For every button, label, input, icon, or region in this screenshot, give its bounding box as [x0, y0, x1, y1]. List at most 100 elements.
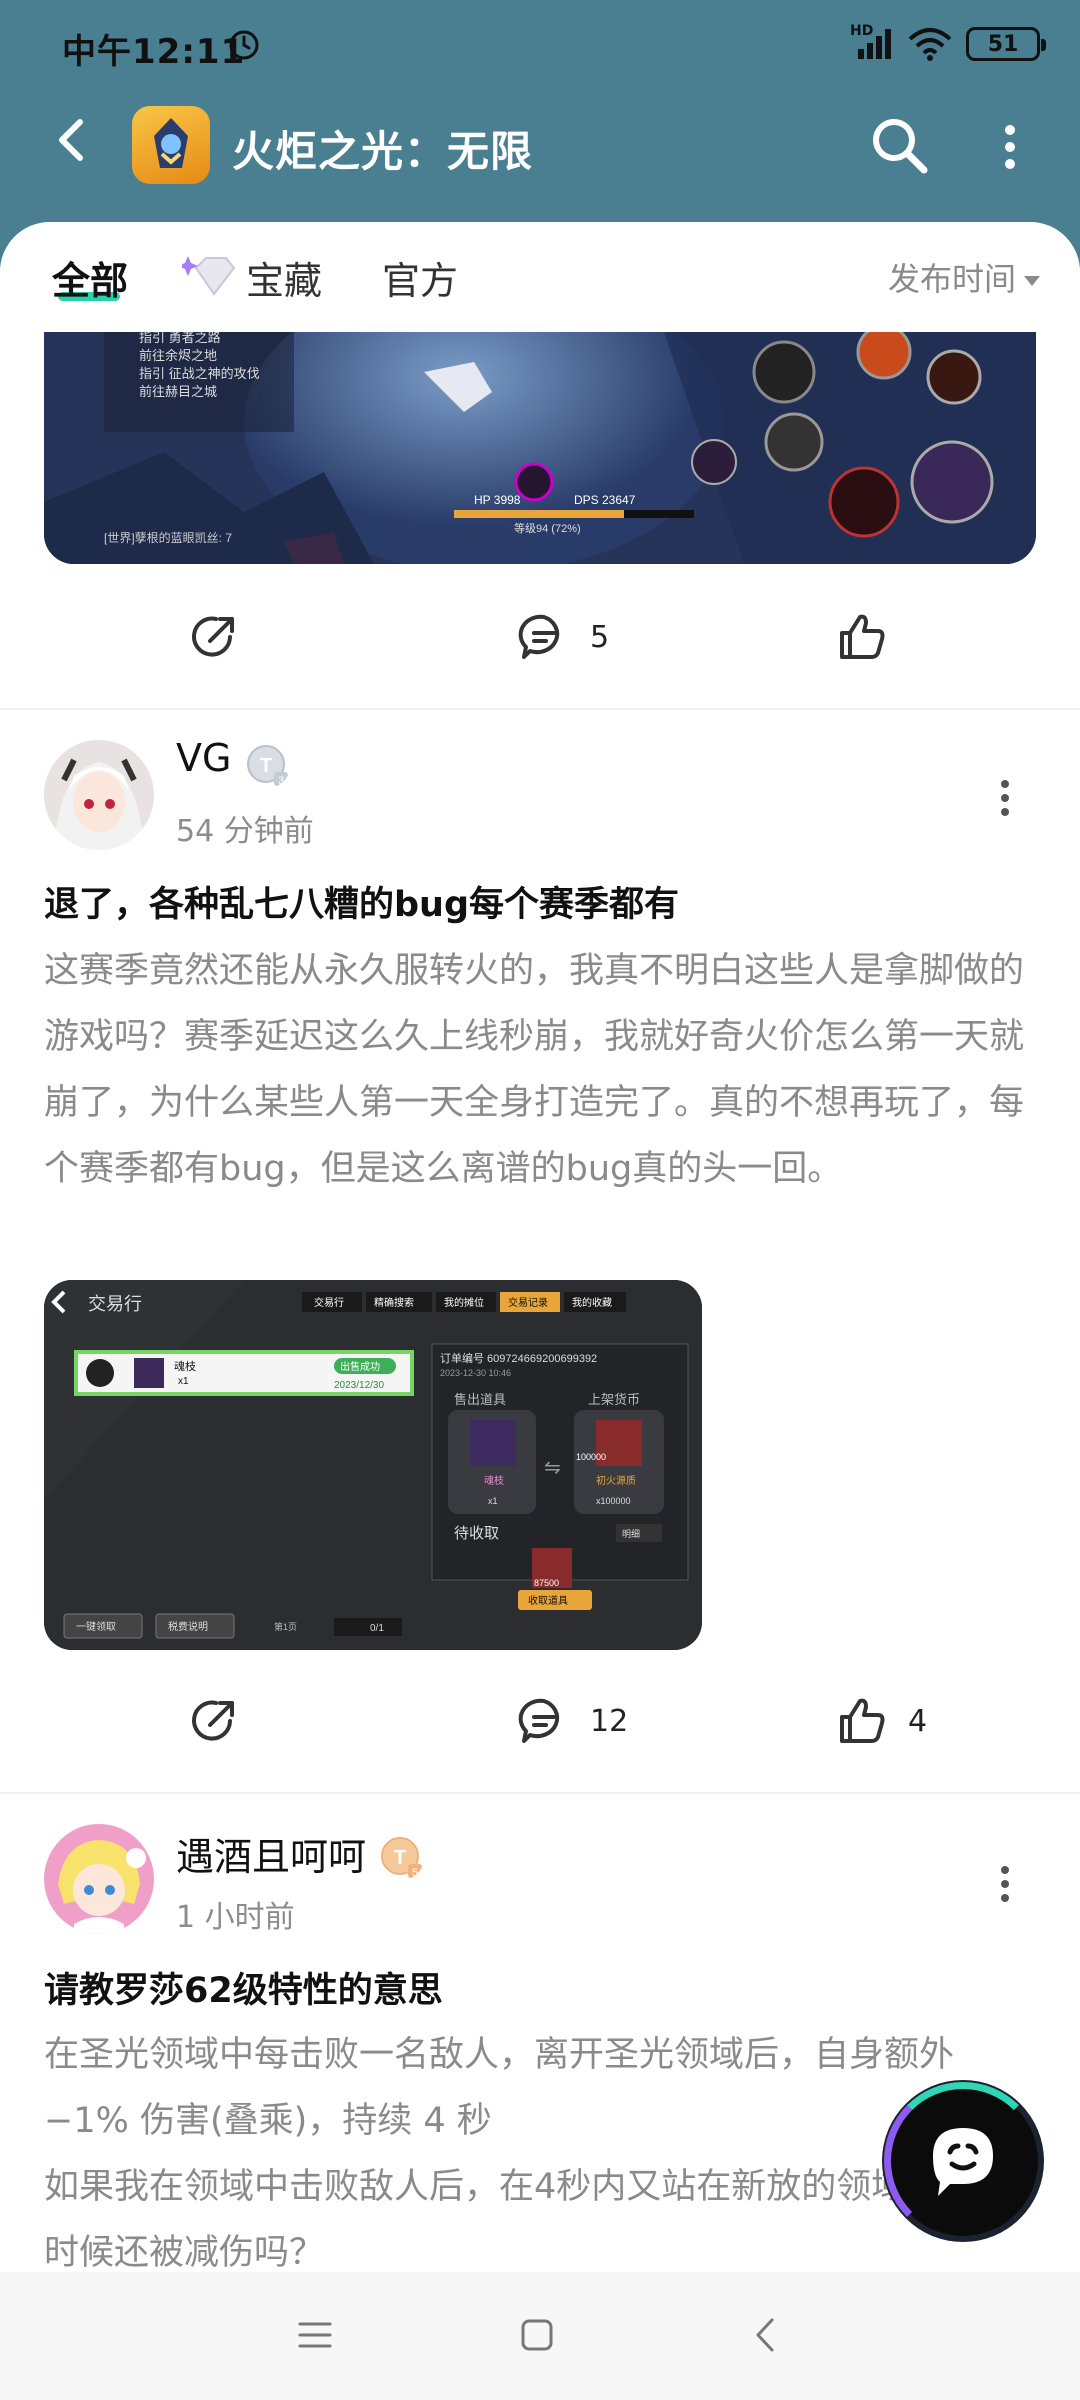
battery-indicator: 51 — [966, 27, 1046, 61]
home-icon[interactable] — [512, 2310, 562, 2360]
sale-status: 出售成功 — [340, 1360, 380, 1373]
menu-icon[interactable] — [290, 2310, 340, 2360]
post-more-icon[interactable] — [990, 1862, 1020, 1906]
screen-tab: 我的摊位 — [444, 1296, 484, 1309]
sold-label: 售出道具 — [454, 1392, 506, 1407]
level-badge-icon: T 5 — [381, 1837, 422, 1879]
post-body[interactable]: 这赛季竟然还能从永久服转火的，我真不明白这些人是拿脚做的游戏吗？赛季延迟这么久上… — [44, 938, 1044, 1202]
status-bar: 中午12:11 HD 51 — [0, 0, 1080, 90]
more-options-icon[interactable] — [990, 122, 1030, 172]
screen-tab: 精确搜索 — [374, 1296, 414, 1309]
order-number: 订单编号 609724669200699392 — [440, 1351, 597, 1365]
tab-all[interactable]: 全部 — [52, 250, 128, 305]
quest-text-4: 前往赫目之城 — [139, 384, 217, 399]
post-image[interactable]: 指引 勇者之路 前往余烬之地 指引 征战之神的攻伐 前往赫目之城 HP 3998… — [44, 332, 1036, 564]
game-logo[interactable] — [132, 106, 210, 184]
post-more-icon[interactable] — [990, 776, 1020, 820]
page-count: 0/1 — [370, 1623, 384, 1634]
post-actions: 12 4 — [0, 1676, 1080, 1766]
post-time: 1 小时前 — [176, 1900, 295, 1935]
thumbs-up-icon — [840, 1698, 885, 1743]
diamond-icon — [182, 256, 236, 296]
comment-count: 5 — [590, 619, 610, 655]
author-name[interactable]: 遇酒且呵呵 — [176, 1826, 366, 1881]
post-actions: 5 — [0, 592, 1080, 682]
signal-icon: HD — [850, 23, 894, 61]
fab-ring — [884, 2082, 1042, 2240]
back-icon[interactable] — [742, 2310, 792, 2360]
pending-label: 待收取 — [454, 1525, 499, 1542]
order-time: 2023-12-30 10:46 — [440, 1368, 511, 1378]
screen-tab: 我的收藏 — [572, 1296, 612, 1309]
back-arrow-icon[interactable] — [44, 112, 100, 168]
pending-amount: 87500 — [534, 1578, 559, 1588]
tab-bar: 全部 宝藏 官方 发布时间 — [0, 222, 1080, 332]
chevron-down-icon — [1024, 276, 1040, 286]
chat-fab-button[interactable] — [884, 2082, 1042, 2240]
currency-amount: 100000 — [576, 1452, 606, 1462]
thumbs-up-icon — [840, 614, 885, 659]
network-type: HD — [850, 23, 874, 39]
page-title: 火炬之光：无限 — [232, 127, 534, 176]
comment-count: 12 — [590, 1703, 629, 1739]
status-icons: HD 51 — [850, 22, 1046, 66]
level-readout: 等级94 (72%) — [514, 521, 581, 535]
quest-text-1: 指引 勇者之路 — [139, 332, 221, 345]
share-button[interactable] — [186, 592, 242, 682]
share-icon — [192, 616, 234, 657]
avatar[interactable] — [44, 1824, 154, 1934]
comment-icon — [518, 1698, 560, 1743]
collect-button: 收取道具 — [528, 1594, 568, 1607]
sort-dropdown[interactable]: 发布时间 — [888, 254, 1040, 300]
tab-treasure[interactable]: 宝藏 — [246, 250, 322, 305]
screen-tab: 交易行 — [314, 1296, 344, 1309]
post-title[interactable]: 退了，各种乱七八糟的bug每个赛季都有 — [44, 876, 1044, 927]
screen-tab: 交易记录 — [508, 1296, 548, 1309]
svg-text:T: T — [260, 755, 272, 777]
post-divider — [0, 1792, 1080, 1794]
item-qty: x1 — [178, 1376, 189, 1387]
claim-all-button: 一键领取 — [76, 1620, 116, 1633]
post-image[interactable]: 交易行 交易行 精确搜索 我的摊位 交易记录 我的收藏 魂枝 x1 出售成功 2… — [44, 1280, 702, 1650]
sort-label: 发布时间 — [887, 260, 1016, 298]
like-button[interactable] — [834, 592, 890, 682]
sold-qty: x1 — [488, 1496, 498, 1506]
like-button[interactable]: 4 — [834, 1676, 927, 1766]
currency-item: 初火源质 — [596, 1474, 636, 1487]
post-title[interactable]: 请教罗莎62级特性的意思 — [44, 1962, 1044, 2013]
author-name[interactable]: VG — [176, 736, 231, 780]
share-button[interactable] — [186, 1676, 242, 1766]
status-time: 中午12:11 — [62, 32, 246, 72]
sold-item: 魂枝 — [484, 1474, 504, 1487]
wifi-icon — [908, 28, 952, 61]
item-name: 魂枝 — [174, 1359, 196, 1373]
like-count: 4 — [908, 1703, 928, 1739]
screen-title: 交易行 — [88, 1294, 142, 1314]
avatar[interactable] — [44, 740, 154, 850]
share-icon — [192, 1700, 234, 1741]
svg-text:⇋: ⇋ — [544, 1457, 561, 1479]
svg-text:5: 5 — [412, 1867, 418, 1879]
comment-button[interactable]: 12 — [516, 1676, 628, 1766]
quest-text-3: 指引 征战之神的攻伐 — [139, 366, 260, 381]
tab-official[interactable]: 官方 — [382, 250, 458, 305]
post-divider — [0, 708, 1080, 710]
app-header: 火炬之光：无限 — [0, 90, 1080, 230]
svg-text:T: T — [394, 1847, 406, 1869]
search-icon[interactable] — [868, 114, 930, 176]
svg-text:3: 3 — [278, 775, 284, 787]
quest-text-2: 前往余烬之地 — [139, 348, 217, 363]
system-nav-bar — [0, 2272, 1080, 2400]
chat-line: [世界]孽根的蓝眼凯丝: 7 — [104, 530, 232, 545]
post-time: 54 分钟前 — [176, 814, 314, 849]
currency-qty: x100000 — [596, 1496, 631, 1506]
content-sheet: 全部 宝藏 官方 发布时间 指引 勇者之路 前往余烬之地 指引 征战之神的攻伐 … — [0, 222, 1080, 2272]
dps-readout: DPS 23647 — [574, 493, 636, 507]
hp-readout: HP 3998 — [474, 493, 521, 507]
page-label: 第1页 — [274, 1621, 297, 1632]
sale-date: 2023/12/30 — [334, 1380, 384, 1391]
comment-icon — [518, 614, 560, 659]
comment-button[interactable]: 5 — [516, 592, 609, 682]
currency-label: 上架货币 — [588, 1392, 640, 1407]
tax-button: 税费说明 — [168, 1620, 208, 1633]
